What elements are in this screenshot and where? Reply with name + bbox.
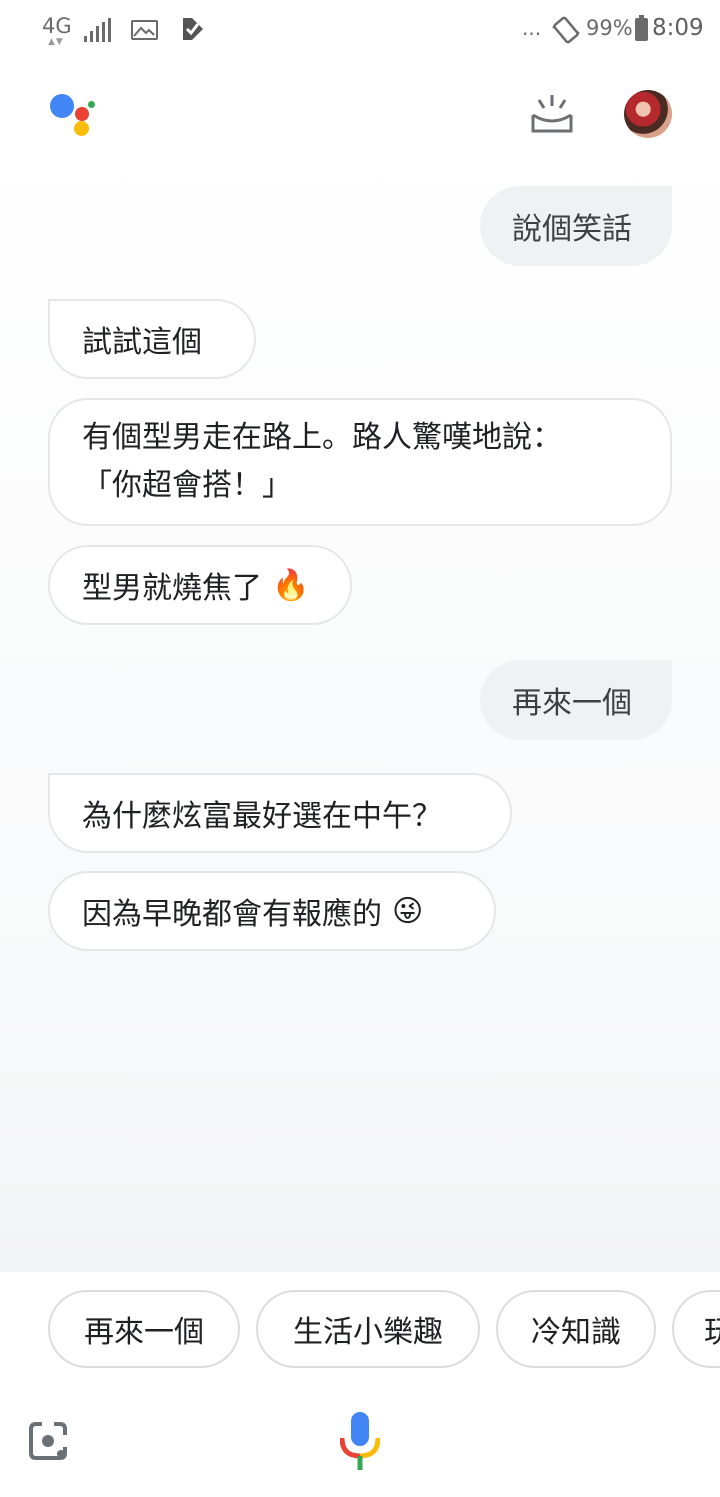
gallery-notification-icon [131,20,158,40]
suggestion-chip-trivia[interactable]: 冷知識 [496,1290,656,1368]
user-message: 再來一個 [480,660,672,740]
message-text: 因為早晚都會有報應的 [82,897,382,932]
google-assistant-logo-icon [48,92,98,136]
assistant-message: 型男就燒焦了 🔥 [48,545,352,625]
microphone-icon[interactable] [340,1412,380,1470]
assistant-message: 試試這個 [48,299,256,379]
network-type: 4G [42,14,72,38]
message-text: 說個笑話 [512,212,632,247]
task-notification-icon [183,18,203,40]
status-bar: 4G ▲▼ ... 99% 8:09 [0,0,720,60]
assistant-message: 為什麼炫富最好選在中午？ [48,773,512,853]
assistant-message: 因為早晚都會有報應的 😜 [48,871,496,951]
battery-icon [635,15,648,41]
assistant-message: 有個型男走在路上。路人驚嘆地說： 「你超會搭！」 [48,398,672,526]
chip-label: 再來一個 [84,1315,204,1350]
message-text: 再來一個 [512,686,632,721]
message-text: 型男就燒焦了 [82,571,262,606]
suggestion-chip-life-fun[interactable]: 生活小樂趣 [256,1290,480,1368]
user-message: 說個笑話 [480,186,672,266]
message-text: 「你超會搭！」 [82,468,292,503]
winking-tongue-emoji-icon: 😜 [392,893,424,929]
battery-percent: 99% [586,16,633,40]
vibrate-mode-icon [552,16,580,44]
user-avatar[interactable] [624,90,672,138]
clock: 8:09 [652,15,704,41]
chip-label: 玩 [704,1307,720,1351]
snapshot-icon[interactable] [528,93,576,135]
message-text: 有個型男走在路上。路人驚嘆地說： [82,420,562,455]
suggestion-chip-again[interactable]: 再來一個 [48,1290,240,1368]
message-text: 為什麼炫富最好選在中午？ [82,799,442,834]
more-notifications: ... [522,16,542,40]
network-activity-icon: ▲▼ [48,37,64,47]
message-text: 試試這個 [82,325,202,360]
google-lens-icon[interactable] [28,1421,68,1461]
fire-emoji-icon: 🔥 [272,567,310,603]
chip-label: 冷知識 [531,1315,621,1350]
chip-label: 生活小樂趣 [293,1315,443,1350]
signal-strength-icon [84,18,114,42]
